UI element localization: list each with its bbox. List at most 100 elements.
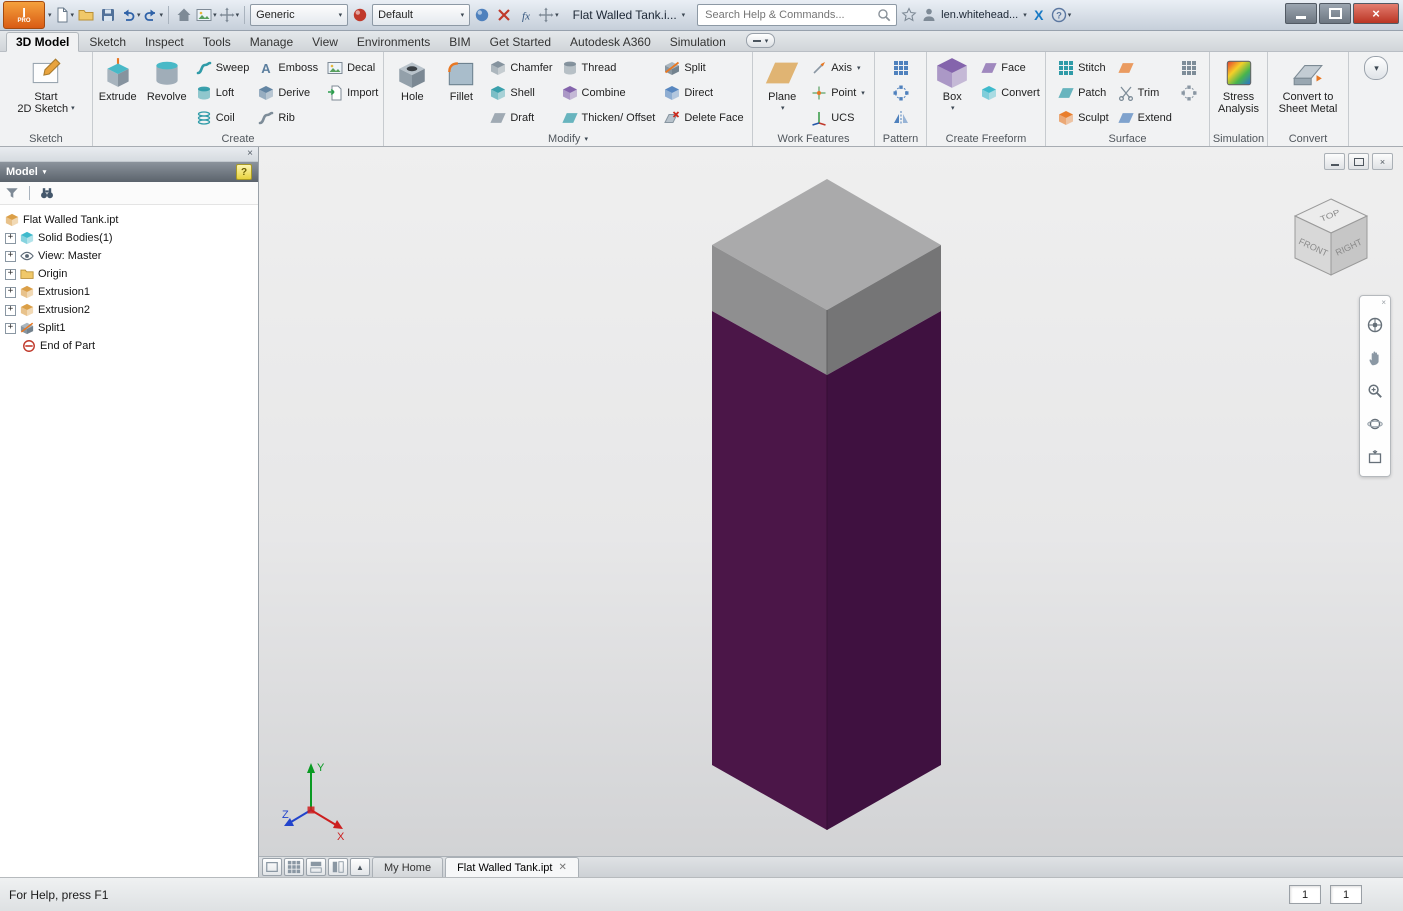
sculpt-button[interactable]: Sculpt	[1054, 105, 1113, 130]
close-button[interactable]: ×	[1353, 3, 1399, 24]
tree-item-view-master[interactable]: + View: Master	[5, 247, 258, 265]
orbit-button[interactable]	[1362, 409, 1388, 439]
expand-icon[interactable]: +	[5, 286, 16, 298]
tab-close-icon[interactable]: ✕	[558, 862, 566, 873]
tab-my-home[interactable]: My Home	[372, 857, 444, 877]
ribbon-minimize-button[interactable]: ▾	[745, 33, 776, 48]
pan-button[interactable]	[1362, 343, 1388, 373]
hole-button[interactable]: Hole	[388, 54, 436, 131]
stitch-button[interactable]: Stitch	[1054, 55, 1113, 80]
viewport-3d[interactable]: × TOP FRONT RIGHT × Y X Z	[259, 147, 1403, 856]
maximize-button[interactable]	[1319, 3, 1351, 24]
coil-button[interactable]: Coil	[192, 105, 254, 130]
decal-button[interactable]: Decal	[323, 55, 382, 80]
tree-item-extrusion2[interactable]: + Extrusion2	[5, 301, 258, 319]
zoom-button[interactable]	[1362, 376, 1388, 406]
browser-header[interactable]: Model ▾ ?	[0, 162, 258, 182]
favorites-button[interactable]	[899, 4, 919, 26]
find-icon[interactable]	[40, 186, 54, 200]
screen-capture-button[interactable]: ▾	[196, 4, 217, 26]
stress-analysis-button[interactable]: Stress Analysis	[1215, 54, 1263, 131]
measure-button[interactable]: ▾	[219, 4, 239, 26]
move-bodies-button[interactable]: ▾	[538, 4, 559, 26]
appearance-combo[interactable]: Default ▾	[372, 4, 471, 26]
expand-icon[interactable]: +	[5, 304, 16, 316]
expand-tab-list-button[interactable]: ▲	[350, 858, 370, 876]
chamfer-button[interactable]: Chamfer	[486, 55, 556, 80]
delete-face-button[interactable]: Delete Face	[660, 105, 747, 130]
title-dropdown-icon[interactable]: ▾	[682, 11, 686, 19]
expand-icon[interactable]: +	[5, 232, 16, 244]
expand-icon[interactable]: +	[5, 268, 16, 280]
patch-button[interactable]: Patch	[1054, 80, 1113, 105]
rectangular-pattern-button[interactable]	[889, 55, 913, 80]
open-button[interactable]	[76, 4, 96, 26]
clear-appearance-button[interactable]	[494, 4, 514, 26]
tree-item-extrusion1[interactable]: + Extrusion1	[5, 283, 258, 301]
arrange-horizontal-button[interactable]	[306, 858, 326, 876]
browser-close-icon[interactable]: ×	[247, 149, 253, 159]
shell-button[interactable]: Shell	[486, 80, 556, 105]
look-at-button[interactable]	[1362, 442, 1388, 472]
surface-extra-button-1[interactable]	[1177, 55, 1201, 80]
expand-icon[interactable]: +	[5, 322, 16, 334]
tree-item-end-of-part[interactable]: End of Part	[5, 337, 258, 355]
panel-label-modify[interactable]: Modify ▾	[384, 131, 752, 146]
undo-button[interactable]: ▾	[120, 4, 141, 26]
arrange-tile-button[interactable]	[262, 858, 282, 876]
parameters-button[interactable]	[516, 4, 536, 26]
tab-sketch[interactable]: Sketch	[80, 33, 135, 51]
plane-button[interactable]: Plane ▾	[758, 54, 806, 131]
signin-menu[interactable]: len.whitehead... ▾	[921, 7, 1027, 23]
tab-tools[interactable]: Tools	[194, 33, 240, 51]
freeform-face-button[interactable]: Face	[977, 55, 1044, 80]
convert-to-sheet-metal-button[interactable]: Convert to Sheet Metal	[1276, 54, 1341, 131]
expand-icon[interactable]: +	[5, 250, 16, 262]
freeform-convert-button[interactable]: Convert	[977, 80, 1044, 105]
extrude-button[interactable]: Extrude	[94, 54, 142, 131]
extend-button[interactable]: Extend	[1114, 105, 1176, 130]
thread-button[interactable]: Thread	[558, 55, 660, 80]
tab-3d-model[interactable]: 3D Model	[6, 32, 80, 52]
home-button[interactable]	[174, 4, 194, 26]
tab-autodesk-a360[interactable]: Autodesk A360	[561, 33, 660, 51]
search-icon[interactable]	[877, 8, 891, 22]
rib-button[interactable]: Rib	[254, 105, 322, 130]
ucs-button[interactable]: UCS	[807, 105, 869, 130]
redo-button[interactable]: ▾	[143, 4, 163, 26]
tree-item-origin[interactable]: + Origin	[5, 265, 258, 283]
direct-button[interactable]: Direct	[660, 80, 747, 105]
import-button[interactable]: Import	[323, 80, 382, 105]
filter-icon[interactable]	[5, 186, 19, 200]
app-menu-arrow-icon[interactable]: ▾	[48, 11, 52, 19]
thicken-offset-button[interactable]: Thicken/ Offset	[558, 105, 660, 130]
viewcube[interactable]: TOP FRONT RIGHT	[1287, 193, 1375, 285]
tab-get-started[interactable]: Get Started	[481, 33, 560, 51]
doc-close-button[interactable]: ×	[1372, 153, 1393, 170]
sweep-button[interactable]: Sweep	[192, 55, 254, 80]
emboss-button[interactable]: Emboss	[254, 55, 322, 80]
combine-button[interactable]: Combine	[558, 80, 660, 105]
new-file-button[interactable]: ▾	[54, 4, 74, 26]
start-2d-sketch-button[interactable]: Start 2D Sketch ▾	[14, 54, 77, 131]
tab-flat-walled-tank[interactable]: Flat Walled Tank.ipt ✕	[445, 857, 579, 877]
tab-manage[interactable]: Manage	[241, 33, 302, 51]
draft-button[interactable]: Draft	[486, 105, 556, 130]
axis-button[interactable]: Axis ▾	[807, 55, 869, 80]
save-button[interactable]	[98, 4, 118, 26]
tab-view[interactable]: View	[303, 33, 347, 51]
arrange-vertical-button[interactable]	[328, 858, 348, 876]
material-combo[interactable]: Generic ▾	[250, 4, 349, 26]
point-button[interactable]: Point ▾	[807, 80, 869, 105]
tree-item-root[interactable]: Flat Walled Tank.ipt	[5, 211, 258, 229]
panel-overflow-button[interactable]: ▾	[1364, 56, 1388, 80]
arrange-grid-button[interactable]	[284, 858, 304, 876]
tab-bim[interactable]: BIM	[440, 33, 479, 51]
ruled-surface-button[interactable]	[1114, 55, 1176, 80]
freeform-box-button[interactable]: Box ▾	[928, 54, 976, 131]
revolve-button[interactable]: Revolve	[143, 54, 191, 131]
help-button[interactable]: ▾	[1051, 4, 1071, 26]
surface-extra-button-2[interactable]	[1177, 80, 1201, 105]
exchange-apps-button[interactable]: X	[1029, 4, 1049, 26]
navbar-close-icon[interactable]: ×	[1381, 298, 1386, 307]
